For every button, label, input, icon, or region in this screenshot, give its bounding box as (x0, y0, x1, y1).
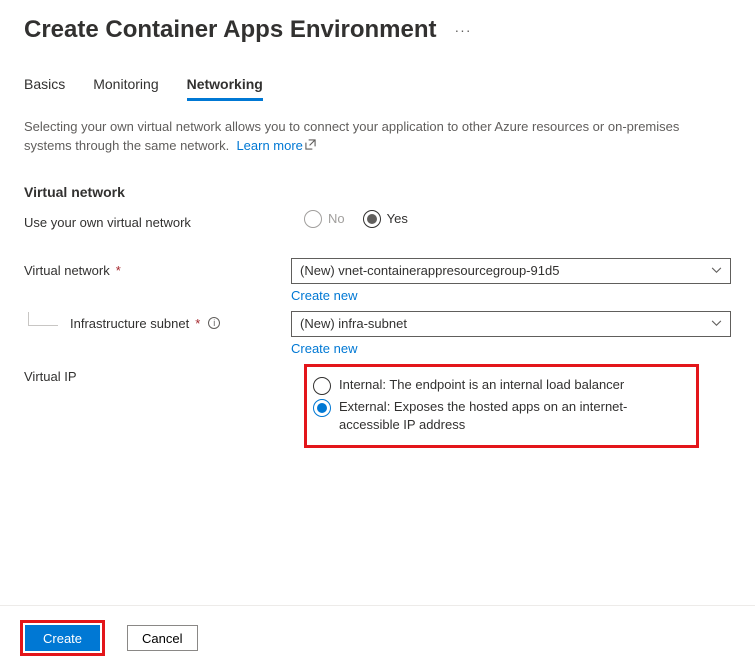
info-icon[interactable]: i (208, 317, 220, 329)
label-infra-subnet: Infrastructure subnet* i (24, 311, 291, 331)
tabs-bar: Basics Monitoring Networking (0, 52, 755, 102)
learn-more-link[interactable]: Learn more (236, 138, 315, 153)
tab-monitoring[interactable]: Monitoring (93, 76, 158, 101)
create-button[interactable]: Create (25, 625, 100, 651)
tab-networking[interactable]: Networking (187, 76, 263, 101)
label-virtual-ip: Virtual IP (24, 364, 304, 384)
external-link-icon (305, 137, 316, 156)
radio-vip-internal[interactable]: Internal: The endpoint is an internal lo… (313, 376, 686, 395)
dropdown-infra-subnet[interactable]: (New) infra-subnet (291, 311, 731, 337)
chevron-down-icon (711, 265, 722, 277)
virtual-ip-highlight: Internal: The endpoint is an internal lo… (304, 364, 699, 448)
radio-vip-external[interactable]: External: Exposes the hosted apps on an … (313, 398, 686, 434)
intro-text: Selecting your own virtual network allow… (24, 118, 724, 156)
label-use-own-vnet: Use your own virtual network (24, 210, 304, 230)
more-icon[interactable]: ··· (455, 22, 472, 38)
page-title: Create Container Apps Environment (24, 16, 437, 44)
link-create-new-subnet[interactable]: Create new (291, 341, 731, 356)
create-highlight: Create (20, 620, 105, 656)
footer-bar: Create Cancel (0, 605, 755, 670)
dropdown-virtual-network[interactable]: (New) vnet-containerappresourcegroup-91d… (291, 258, 731, 284)
cancel-button[interactable]: Cancel (127, 625, 197, 651)
tab-basics[interactable]: Basics (24, 76, 65, 101)
radio-no[interactable]: No (304, 210, 345, 228)
section-virtual-network: Virtual network (24, 184, 731, 200)
label-virtual-network: Virtual network* (24, 258, 291, 278)
radio-yes[interactable]: Yes (363, 210, 408, 228)
link-create-new-vnet[interactable]: Create new (291, 288, 731, 303)
chevron-down-icon (711, 318, 722, 330)
